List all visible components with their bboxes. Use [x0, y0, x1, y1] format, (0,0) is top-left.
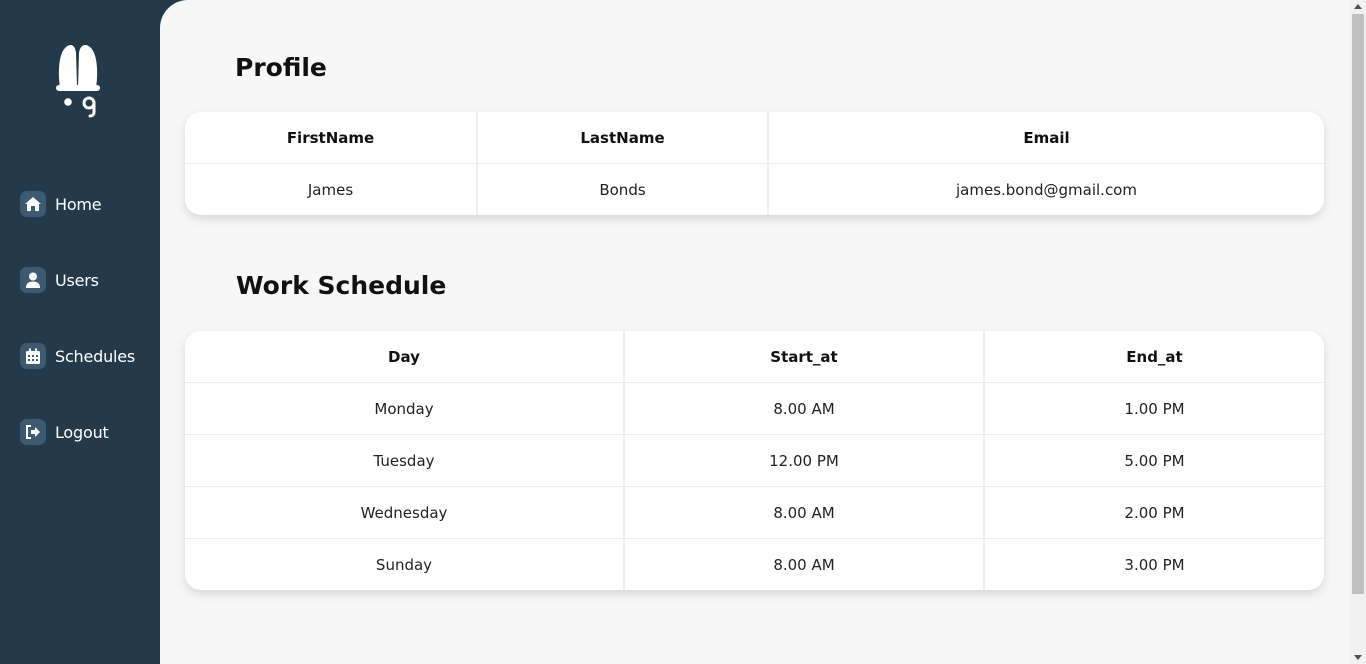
profile-title: Profile — [235, 53, 327, 82]
cell-start-at: 12.00 PM — [624, 434, 985, 487]
calendar-icon — [20, 343, 46, 369]
cell-start-at: 8.00 AM — [624, 382, 985, 435]
cell-start-at: 8.00 AM — [624, 538, 985, 590]
cell-end-at: 5.00 PM — [984, 434, 1324, 487]
sidebar: Home Users Schedules Logout — [0, 0, 160, 664]
sidebar-item-schedules[interactable]: Schedules — [20, 342, 135, 370]
cell-day: Wednesday — [185, 486, 625, 539]
cell-end-at: 3.00 PM — [1124, 555, 1185, 574]
table-row: Tuesday 12.00 PM 5.00 PM — [185, 434, 1324, 487]
sidebar-item-label: Home — [55, 194, 102, 214]
scroll-up-arrow-icon[interactable] — [1354, 4, 1362, 9]
cell-day: Monday — [185, 382, 625, 435]
home-icon — [20, 191, 46, 217]
table-row: James Bonds james.bond@gmail.com — [185, 163, 1324, 215]
cell-start-at: 8.00 AM — [624, 486, 985, 539]
work-schedule-title: Work Schedule — [236, 271, 447, 300]
main-content: Profile FirstName LastName Email James B… — [160, 0, 1350, 664]
scrollbar-thumb[interactable] — [1352, 14, 1364, 594]
cell-end-at: 1.00 PM — [984, 382, 1324, 435]
logout-icon — [20, 419, 46, 445]
table-header-row: FirstName LastName Email — [185, 112, 1324, 164]
column-header-firstname: FirstName — [185, 112, 478, 164]
column-header-start-at: Start_at — [624, 331, 985, 383]
cell-day: Tuesday — [185, 434, 625, 487]
cell-end-at: 2.00 PM — [984, 486, 1324, 539]
sidebar-item-label: Users — [55, 270, 99, 290]
sidebar-item-users[interactable]: Users — [20, 266, 99, 294]
app-window: Home Users Schedules Logout Profile Firs… — [0, 0, 1366, 664]
sidebar-item-label: Schedules — [55, 346, 136, 366]
table-row: Wednesday 8.00 AM 2.00 PM — [185, 486, 1324, 539]
column-header-end-at: End_at — [984, 331, 1324, 383]
cell-email: james.bond@gmail.com — [956, 180, 1137, 199]
profile-table: FirstName LastName Email James Bonds jam… — [185, 112, 1324, 215]
scroll-down-arrow-icon[interactable] — [1354, 655, 1362, 660]
bell-logo-icon[interactable] — [50, 40, 110, 120]
sidebar-item-label: Logout — [55, 422, 109, 442]
vertical-scrollbar[interactable] — [1350, 0, 1366, 664]
schedule-table: Day Start_at End_at Monday 8.00 AM 1.00 … — [185, 331, 1324, 590]
cell-firstname: James — [185, 163, 478, 215]
sidebar-item-home[interactable]: Home — [20, 190, 102, 218]
column-header-day: Day — [185, 331, 625, 383]
cell-day: Sunday — [185, 538, 625, 590]
table-row: Sunday 8.00 AM 3.00 PM — [185, 538, 1324, 590]
table-row: Monday 8.00 AM 1.00 PM — [185, 382, 1324, 435]
user-icon — [20, 267, 46, 293]
column-header-email: Email — [768, 112, 1324, 164]
cell-lastname: Bonds — [477, 163, 769, 215]
column-header-lastname: LastName — [477, 112, 769, 164]
sidebar-item-logout[interactable]: Logout — [20, 418, 109, 446]
table-header-row: Day Start_at End_at — [185, 331, 1324, 383]
